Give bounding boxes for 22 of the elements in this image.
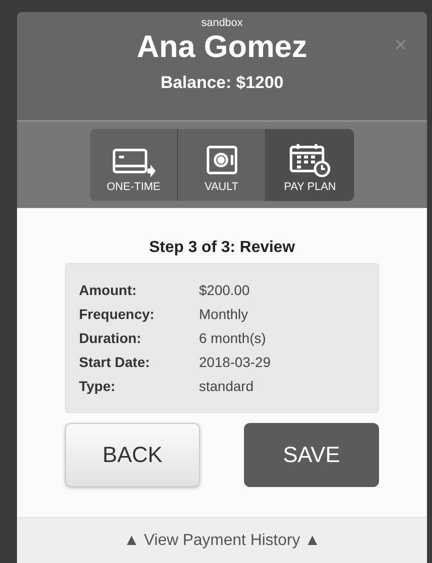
environment-label: sandbox (201, 17, 243, 29)
save-button[interactable]: SAVE (244, 423, 379, 487)
payment-tab[interactable]: ONE-TIME (90, 129, 178, 201)
detail-value: standard (199, 377, 254, 396)
payment-tab[interactable]: PAY PLAN (266, 129, 354, 201)
detail-label: Frequency: (79, 305, 156, 324)
detail-value: $200.00 (199, 281, 251, 300)
balance-label: Balance: $1200 (160, 73, 284, 93)
customer-name: Ana Gomez (136, 29, 308, 65)
detail-value: 2018-03-29 (199, 353, 272, 372)
calendar-clock-icon (289, 143, 331, 177)
detail-label: Type: (79, 377, 116, 396)
detail-label: Duration: (79, 329, 142, 348)
step-title: Step 3 of 3: Review (149, 239, 295, 257)
card-icon (112, 147, 156, 177)
back-button[interactable]: BACK (65, 423, 200, 487)
detail-label: Amount: (79, 281, 138, 300)
detail-value: 6 month(s) (199, 329, 267, 348)
detail-value: Monthly (199, 305, 250, 324)
payment-history-link[interactable]: ▲ View Payment History ▲ (124, 532, 320, 550)
safe-icon (204, 145, 238, 177)
detail-label: Start Date: (79, 353, 151, 372)
